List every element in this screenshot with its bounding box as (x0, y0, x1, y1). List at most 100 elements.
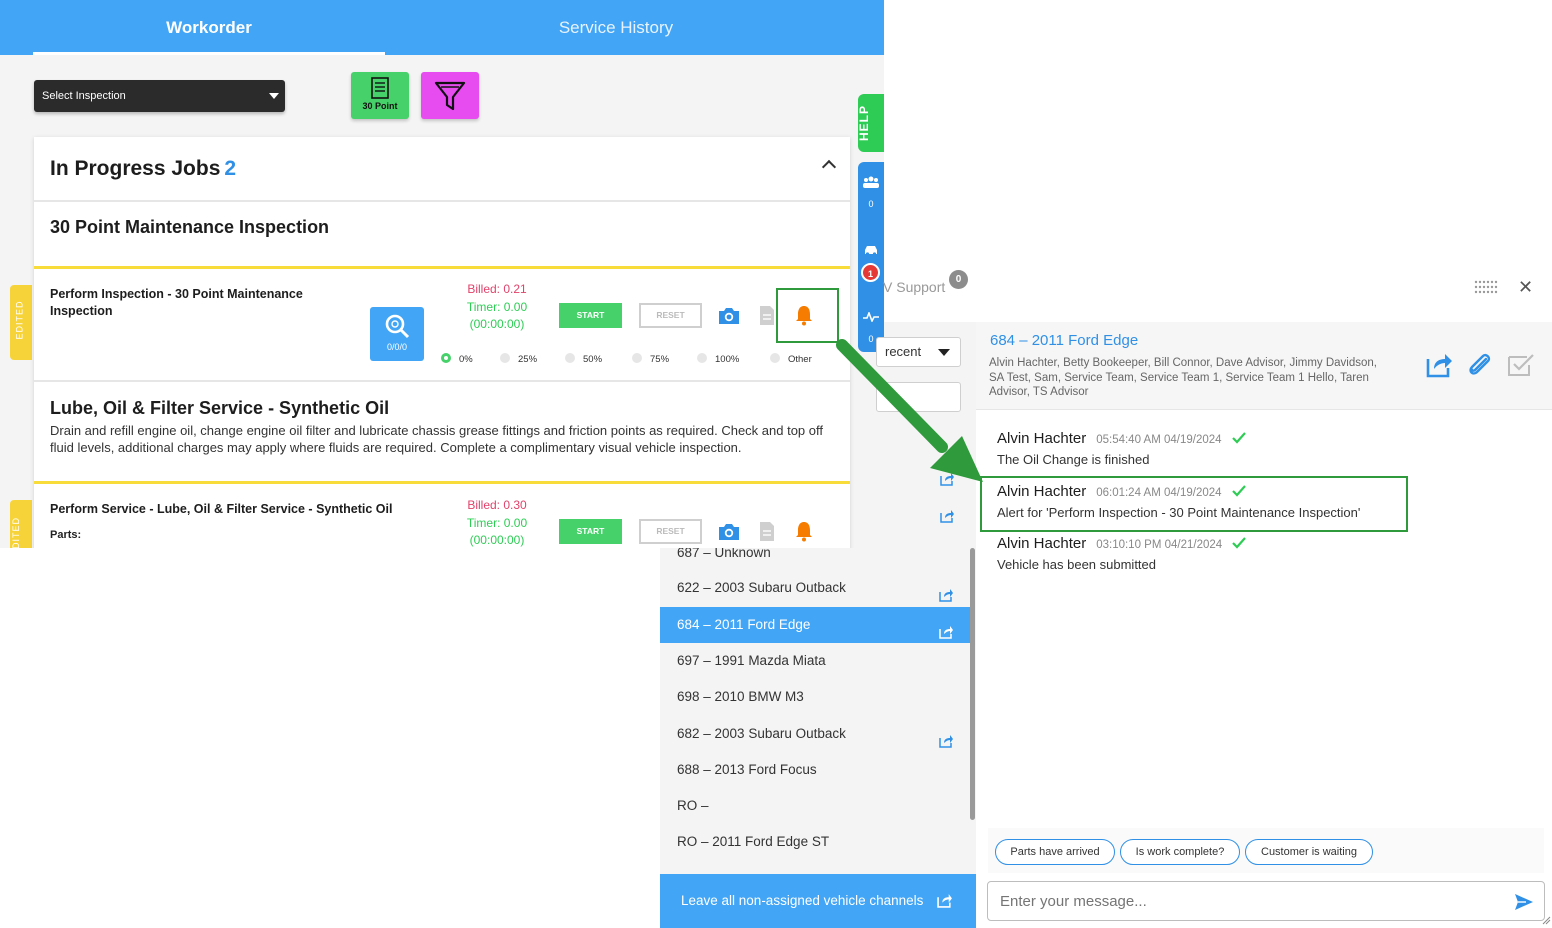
start-button[interactable]: START (559, 303, 622, 328)
car-icon[interactable] (858, 244, 884, 258)
leave-channels-button[interactable]: Leave all non-assigned vehicle channels (660, 874, 976, 928)
resize-handle-icon[interactable] (1542, 916, 1551, 925)
close-icon[interactable]: ✕ (1518, 278, 1533, 296)
vehicle-channel-label: 622 – 2003 Subaru Outback (677, 580, 846, 595)
document-icon[interactable] (759, 521, 775, 542)
message-input[interactable] (987, 881, 1545, 921)
timer-elapsed: (00:00:00) (469, 533, 525, 547)
message-text: Vehicle has been submitted (997, 557, 1156, 572)
grid-dots-icon[interactable] (1474, 280, 1500, 294)
pulse-icon[interactable] (858, 310, 884, 324)
vehicle-channel-item[interactable]: RO – 2011 Ford Edge ST (660, 824, 970, 860)
channel-search-input[interactable] (876, 382, 961, 412)
message-timestamp: 03:10:10 PM 04/21/2024 (1096, 539, 1223, 551)
quick-reply-customer-waiting[interactable]: Customer is waiting (1245, 839, 1373, 865)
team-icon[interactable] (858, 176, 884, 190)
divider (34, 380, 850, 382)
vehicle-channel-label: 682 – 2003 Subaru Outback (677, 726, 846, 741)
progress-option-other[interactable]: Other (770, 353, 812, 365)
progress-option-25[interactable]: 25% (500, 353, 537, 365)
bell-icon[interactable] (794, 520, 814, 542)
collapse-chevron-icon[interactable] (821, 159, 837, 175)
in-progress-count: 2 (224, 157, 237, 180)
sort-label: recent (885, 344, 922, 359)
vehicle-channel-label: 698 – 2010 BMW M3 (677, 689, 804, 704)
select-inspection-dropdown[interactable]: Select Inspection (34, 80, 285, 112)
share-icon[interactable] (940, 472, 955, 486)
progress-option-75[interactable]: 75% (632, 353, 669, 365)
progress-option-100[interactable]: 100% (697, 353, 739, 365)
vehicle-channel-item[interactable]: 698 – 2010 BMW M3 (660, 679, 970, 715)
workorder-panel: Workorder Service History Select Inspect… (0, 0, 884, 548)
timer-value: Timer: 0.00 (466, 300, 528, 314)
vehicle-channel-label: 684 – 2011 Ford Edge (677, 617, 811, 632)
divider (34, 266, 850, 269)
progress-option-0[interactable]: 0% (441, 353, 473, 365)
in-progress-label: In Progress Jobs (50, 157, 221, 180)
vehicle-channel-item[interactable]: 688 – 2013 Ford Focus (660, 752, 970, 788)
task-title: Perform Inspection - 30 Point Maintenanc… (50, 287, 303, 318)
section-description: Drain and refill engine oil, change engi… (50, 423, 823, 455)
task-title: Perform Service - Lube, Oil & Filter Ser… (50, 502, 393, 516)
sort-dropdown[interactable]: recent (876, 337, 961, 367)
filter-button[interactable] (421, 72, 479, 119)
message-author: Alvin Hachter (997, 430, 1087, 447)
vehicle-channel-item[interactable]: RO – (660, 788, 970, 824)
channel-count-badge: 0 (949, 270, 968, 289)
help-tab[interactable]: HELP (857, 94, 884, 152)
camera-icon[interactable] (718, 522, 740, 541)
paperclip-icon[interactable] (1466, 351, 1494, 379)
vehicle-channel-item[interactable]: 684 – 2011 Ford Edge (660, 607, 970, 643)
progress-option-50[interactable]: 50% (565, 353, 602, 365)
chat-message: Alvin Hachter 03:10:10 PM 04/21/2024 Vehi… (997, 535, 1246, 572)
quick-reply-work-complete[interactable]: Is work complete? (1120, 839, 1240, 865)
vehicle-channel-item[interactable]: 687 – Unknown (660, 548, 970, 571)
vehicle-channel-list: 687 – Unknown 622 – 2003 Subaru Outback 68… (660, 548, 976, 928)
vehicle-channel-item[interactable]: 697 – 1991 Mazda Miata (660, 643, 970, 679)
inspect-count: 0/0/0 (386, 342, 408, 352)
team-count: 0 (868, 199, 874, 209)
reset-button[interactable]: RESET (639, 519, 702, 544)
side-rail: 0 0 (858, 162, 884, 352)
timer-value: Timer: 0.00 (466, 516, 528, 530)
divider (34, 481, 850, 484)
send-icon[interactable] (1514, 893, 1534, 911)
message-text: The Oil Change is finished (997, 452, 1150, 467)
edited-tag: DITED (10, 500, 32, 548)
checkbox-icon[interactable] (1507, 353, 1535, 377)
message-highlight-box (980, 476, 1408, 532)
share-icon[interactable] (940, 509, 955, 523)
workorder-tab-bar: Workorder Service History (0, 0, 884, 55)
filter-icon (434, 81, 466, 111)
message-author: Alvin Hachter (997, 535, 1087, 552)
inspect-button[interactable]: 0/0/0 (370, 307, 424, 361)
reset-button[interactable]: RESET (639, 303, 702, 328)
in-progress-jobs-title: In Progress Jobs 2 (50, 157, 236, 181)
vehicle-channel-label: 687 – Unknown (677, 548, 771, 560)
tab-workorder[interactable]: Workorder (33, 0, 385, 55)
30-point-inspection-button[interactable]: 30 Point (351, 72, 409, 119)
vehicle-channel-item[interactable]: 622 – 2003 Subaru Outback (660, 570, 970, 606)
bell-highlight-box (776, 288, 839, 343)
edited-tag: EDITED (10, 285, 32, 360)
list-scrollbar[interactable] (970, 548, 975, 820)
document-icon[interactable] (759, 305, 775, 326)
tab-service-history[interactable]: Service History (430, 0, 802, 55)
timer-elapsed: (00:00:00) (469, 317, 525, 331)
divider (34, 200, 850, 202)
select-inspection-label: Select Inspection (42, 90, 126, 102)
quick-reply-parts-arrived[interactable]: Parts have arrived (995, 839, 1115, 865)
30-point-label: 30 Point (362, 101, 398, 111)
channel-title[interactable]: V Support (883, 279, 945, 295)
start-button[interactable]: START (559, 519, 622, 544)
share-icon (937, 894, 952, 908)
camera-icon[interactable] (718, 306, 740, 325)
car-notification-badge: 1 (861, 263, 880, 282)
message-timestamp: 05:54:40 AM 04/19/2024 (1096, 434, 1222, 446)
checkmark-icon (1231, 432, 1246, 444)
caret-down-icon (938, 349, 950, 356)
leave-channels-label: Leave all non-assigned vehicle channels (681, 893, 924, 908)
vehicle-channel-item[interactable]: 682 – 2003 Subaru Outback (660, 716, 970, 752)
billed-hours: Billed: 0.30 (467, 498, 527, 512)
share-icon[interactable] (1426, 352, 1454, 378)
